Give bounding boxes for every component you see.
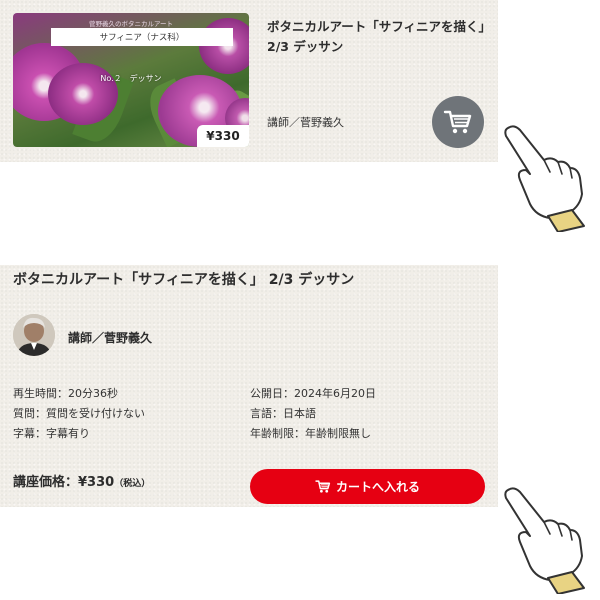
thumbnail-price: ¥330 [197,125,249,147]
course-detail: ボタニカルアート「サフィニアを描く」 2/3 デッサン 講師／菅野義久 再生時間… [0,265,498,507]
detail-instructor-name: 講師／菅野義久 [68,331,153,345]
add-to-cart-label: カートへ入れる [335,480,420,494]
price-label: 講座価格：¥330 [13,475,115,490]
cart-button[interactable] [432,96,484,148]
age-restriction-text: 年齢制限：年齢制限無し [250,427,371,440]
course-detail-title: ボタニカルアート「サフィニアを描く」 2/3 デッサン [13,272,355,288]
thumbnail-label: サフィニア（ナス科） [51,28,233,46]
questions-text: 質問：質問を受け付けない [13,407,145,420]
cart-icon [315,480,331,493]
course-thumbnail[interactable]: 菅野義久のボタニカルアート サフィニア（ナス科） No.２ デッサン ¥330 [13,13,249,147]
course-price: 講座価格：¥330（税込） [13,471,150,490]
course-card[interactable]: 菅野義久のボタニカルアート サフィニア（ナス科） No.２ デッサン ¥330 … [0,0,498,162]
course-title[interactable]: ボタニカルアート「サフィニアを描く」2/3 デッサン [267,17,487,57]
duration-text: 再生時間：20分36秒 [13,387,118,400]
instructor-avatar [13,314,55,356]
course-meta-right: 公開日：2024年6月20日 言語：日本語 年齢制限：年齢制限無し [250,384,376,444]
tax-note: （税込） [114,479,151,489]
thumbnail-episode: No.２ デッサン [100,74,162,83]
instructor-name: 講師／菅野義久 [267,116,344,129]
language-text: 言語：日本語 [250,407,316,420]
publish-date-text: 公開日：2024年6月20日 [250,387,376,400]
pointing-hand-icon [504,125,585,232]
course-meta-left: 再生時間：20分36秒 質問：質問を受け付けない 字幕：字幕有り [13,384,145,444]
pointing-hand-icon [504,487,585,594]
cart-icon [443,110,472,134]
subtitles-text: 字幕：字幕有り [13,427,90,440]
add-to-cart-button[interactable]: カートへ入れる [250,469,485,504]
thumbnail-series: 菅野義久のボタニカルアート [88,20,174,28]
